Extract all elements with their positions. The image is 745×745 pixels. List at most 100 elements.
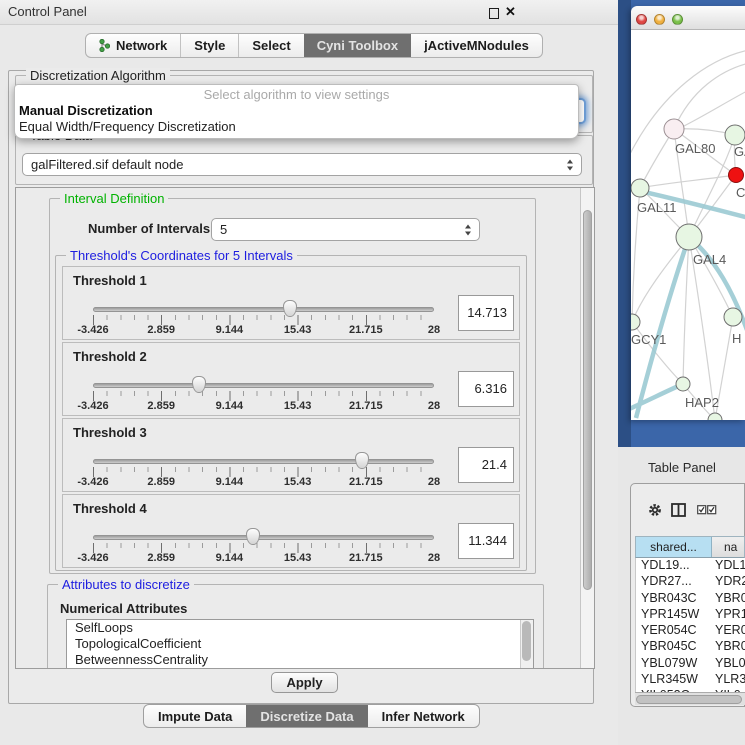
tab-jactivemnodules[interactable]: jActiveMNodules bbox=[411, 34, 542, 57]
node-attribute-table: shared... na YDL19...YDL1 YDR27...YDR2 Y… bbox=[635, 536, 745, 692]
table-row[interactable]: YLR345WYLR3 bbox=[636, 672, 745, 688]
control-panel-titlebar: Control Panel ✕ bbox=[0, 0, 618, 25]
tab-select[interactable]: Select bbox=[238, 34, 303, 57]
threshold-label: Threshold 4 bbox=[73, 501, 147, 516]
table-row[interactable]: YDR27...YDR2 bbox=[636, 574, 745, 590]
panel-title: Control Panel bbox=[8, 4, 87, 19]
list-item[interactable]: TopologicalCoefficient bbox=[67, 636, 533, 652]
threshold-frame: Threshold 1 -3.426 2.859 9.144 15.43 21.… bbox=[62, 266, 520, 340]
table-row[interactable]: YBR045CYBR0 bbox=[636, 639, 745, 655]
threshold-frame: Threshold 3 -3.426 2.859 9.144 15.43 21.… bbox=[62, 418, 520, 492]
slider-scale: -3.426 2.859 9.144 15.43 21.715 28 bbox=[93, 400, 434, 413]
table-row[interactable]: YPR145WYPR1 bbox=[636, 607, 745, 623]
network-window-titlebar bbox=[631, 6, 745, 30]
split-columns-icon[interactable] bbox=[671, 503, 686, 517]
node-bottom bbox=[708, 413, 722, 420]
scrollbar-thumb[interactable] bbox=[636, 695, 742, 704]
tab-label: Network bbox=[116, 38, 167, 53]
table-row[interactable]: YER054CYER0 bbox=[636, 623, 745, 639]
node-label: HAP2 bbox=[685, 395, 719, 410]
threshold-label: Threshold 1 bbox=[73, 273, 147, 288]
scrollbar-thumb[interactable] bbox=[583, 210, 592, 590]
threshold-value-field[interactable]: 14.713 bbox=[458, 295, 514, 331]
dropdown-option-manual[interactable]: Manual Discretization bbox=[15, 103, 578, 119]
threshold-slider-track[interactable] bbox=[93, 459, 434, 464]
node-top-right bbox=[725, 125, 745, 145]
node-label: H bbox=[732, 331, 741, 346]
table-data-group: Table Data galFiltered.sif default node bbox=[15, 135, 593, 185]
table-row[interactable]: YDL19...YDL1 bbox=[636, 558, 745, 574]
close-traffic-light[interactable] bbox=[636, 14, 647, 25]
minimize-traffic-light[interactable] bbox=[654, 14, 665, 25]
table-panel-box: shared... na YDL19...YDL1 YDR27...YDR2 Y… bbox=[630, 483, 745, 707]
threshold-label: Threshold 3 bbox=[73, 425, 147, 440]
tab-discretize-data[interactable]: Discretize Data bbox=[246, 705, 367, 727]
list-item[interactable]: SelfLoops bbox=[67, 620, 533, 636]
app-window: Control Panel ✕ Network Style Select Cyn… bbox=[0, 0, 745, 745]
table-row[interactable]: YBL079WYBL0 bbox=[636, 656, 745, 672]
tab-style[interactable]: Style bbox=[180, 34, 238, 57]
list-item[interactable]: BetweennessCentrality bbox=[67, 652, 533, 668]
column-header-shared-name[interactable]: shared... bbox=[636, 537, 712, 557]
bottom-tabs: Impute Data Discretize Data Infer Networ… bbox=[143, 704, 480, 728]
control-panel-tabs: Network Style Select Cyni Toolbox jActiv… bbox=[85, 33, 543, 58]
close-icon[interactable]: ✕ bbox=[505, 4, 516, 20]
dropdown-prompt[interactable]: Select algorithm to view settings bbox=[15, 87, 578, 103]
table-panel-region: Table Panel shared... na bbox=[618, 447, 745, 745]
algorithm-dropdown-popup: Select algorithm to view settings Manual… bbox=[14, 84, 579, 139]
gear-icon[interactable] bbox=[648, 503, 662, 517]
tab-network[interactable]: Network bbox=[86, 34, 180, 57]
node-gcy1 bbox=[631, 314, 640, 330]
slider-scale: -3.426 2.859 9.144 15.43 21.715 28 bbox=[93, 552, 434, 565]
tab-infer-network[interactable]: Infer Network bbox=[368, 705, 479, 727]
threshold-value-field[interactable]: 21.4 bbox=[458, 447, 514, 483]
settings-scroll-panel: Interval Definition Number of Intervals … bbox=[15, 187, 595, 669]
tab-cyni-toolbox[interactable]: Cyni Toolbox bbox=[304, 34, 411, 57]
threshold-frame: Threshold 2 -3.426 2.859 9.144 15.43 21.… bbox=[62, 342, 520, 416]
zoom-traffic-light[interactable] bbox=[672, 14, 683, 25]
dropdown-option-equal-width[interactable]: Equal Width/Frequency Discretization bbox=[15, 119, 578, 135]
threshold-value-field[interactable]: 11.344 bbox=[458, 523, 514, 559]
algorithm-group-title: Discretization Algorithm bbox=[26, 68, 170, 83]
table-data-value: galFiltered.sif default node bbox=[31, 157, 183, 172]
checkbox-columns-icon[interactable] bbox=[697, 505, 717, 515]
node-label: GAL80 bbox=[675, 141, 715, 156]
thresholds-group-title: Threshold's Coordinates for 5 Intervals bbox=[66, 248, 297, 263]
attributes-list[interactable]: SelfLoops TopologicalCoefficient Between… bbox=[66, 619, 534, 669]
table-horizontal-scrollbar[interactable] bbox=[635, 692, 745, 705]
threshold-slider-track[interactable] bbox=[93, 535, 434, 540]
threshold-slider-track[interactable] bbox=[93, 383, 434, 388]
list-scrollbar[interactable] bbox=[520, 620, 533, 668]
num-intervals-spinner[interactable]: 5 bbox=[211, 218, 480, 241]
threshold-slider-track[interactable] bbox=[93, 307, 434, 312]
table-panel-title: Table Panel bbox=[648, 460, 716, 475]
combo-arrows-icon bbox=[567, 159, 573, 170]
spinner-arrows-icon bbox=[465, 224, 471, 235]
settings-scrollbar[interactable] bbox=[580, 188, 594, 668]
tab-impute-data[interactable]: Impute Data bbox=[144, 705, 246, 727]
column-header-name[interactable]: na bbox=[712, 537, 744, 557]
threshold-frame: Threshold 4 -3.426 2.859 9.144 15.43 21.… bbox=[62, 494, 520, 568]
cyni-toolbox-panel: Discretization Algorithm Table Data galF… bbox=[8, 70, 594, 704]
table-row[interactable]: YBR043CYBR0 bbox=[636, 591, 745, 607]
num-intervals-value: 5 bbox=[220, 222, 227, 237]
thresholds-group: Threshold's Coordinates for 5 Intervals … bbox=[55, 255, 527, 571]
table-data-combobox[interactable]: galFiltered.sif default node bbox=[22, 153, 582, 176]
interval-definition-group: Interval Definition Number of Intervals … bbox=[49, 198, 536, 574]
node-hap2 bbox=[676, 377, 690, 391]
network-view-border bbox=[618, 0, 631, 447]
float-icon[interactable] bbox=[489, 8, 499, 19]
node-gal11 bbox=[631, 179, 649, 197]
network-canvas[interactable]: GAL80 GA GAL11 GAL4 GCY1 HAP2 C H bbox=[631, 30, 745, 420]
network-window: GAL80 GA GAL11 GAL4 GCY1 HAP2 C H bbox=[631, 6, 745, 420]
node-selected-red bbox=[729, 168, 744, 183]
attributes-group: Attributes to discretize Numerical Attri… bbox=[47, 584, 544, 669]
slider-scale: -3.426 2.859 9.144 15.43 21.715 28 bbox=[93, 476, 434, 489]
threshold-value-field[interactable]: 6.316 bbox=[458, 371, 514, 407]
node-label: GAL4 bbox=[693, 252, 726, 267]
network-graph: GAL80 GA GAL11 GAL4 GCY1 HAP2 C H bbox=[631, 30, 745, 420]
node-label: GA bbox=[734, 144, 745, 159]
node-gal80 bbox=[664, 119, 684, 139]
apply-button[interactable]: Apply bbox=[271, 672, 338, 693]
node-label: C bbox=[736, 185, 745, 200]
